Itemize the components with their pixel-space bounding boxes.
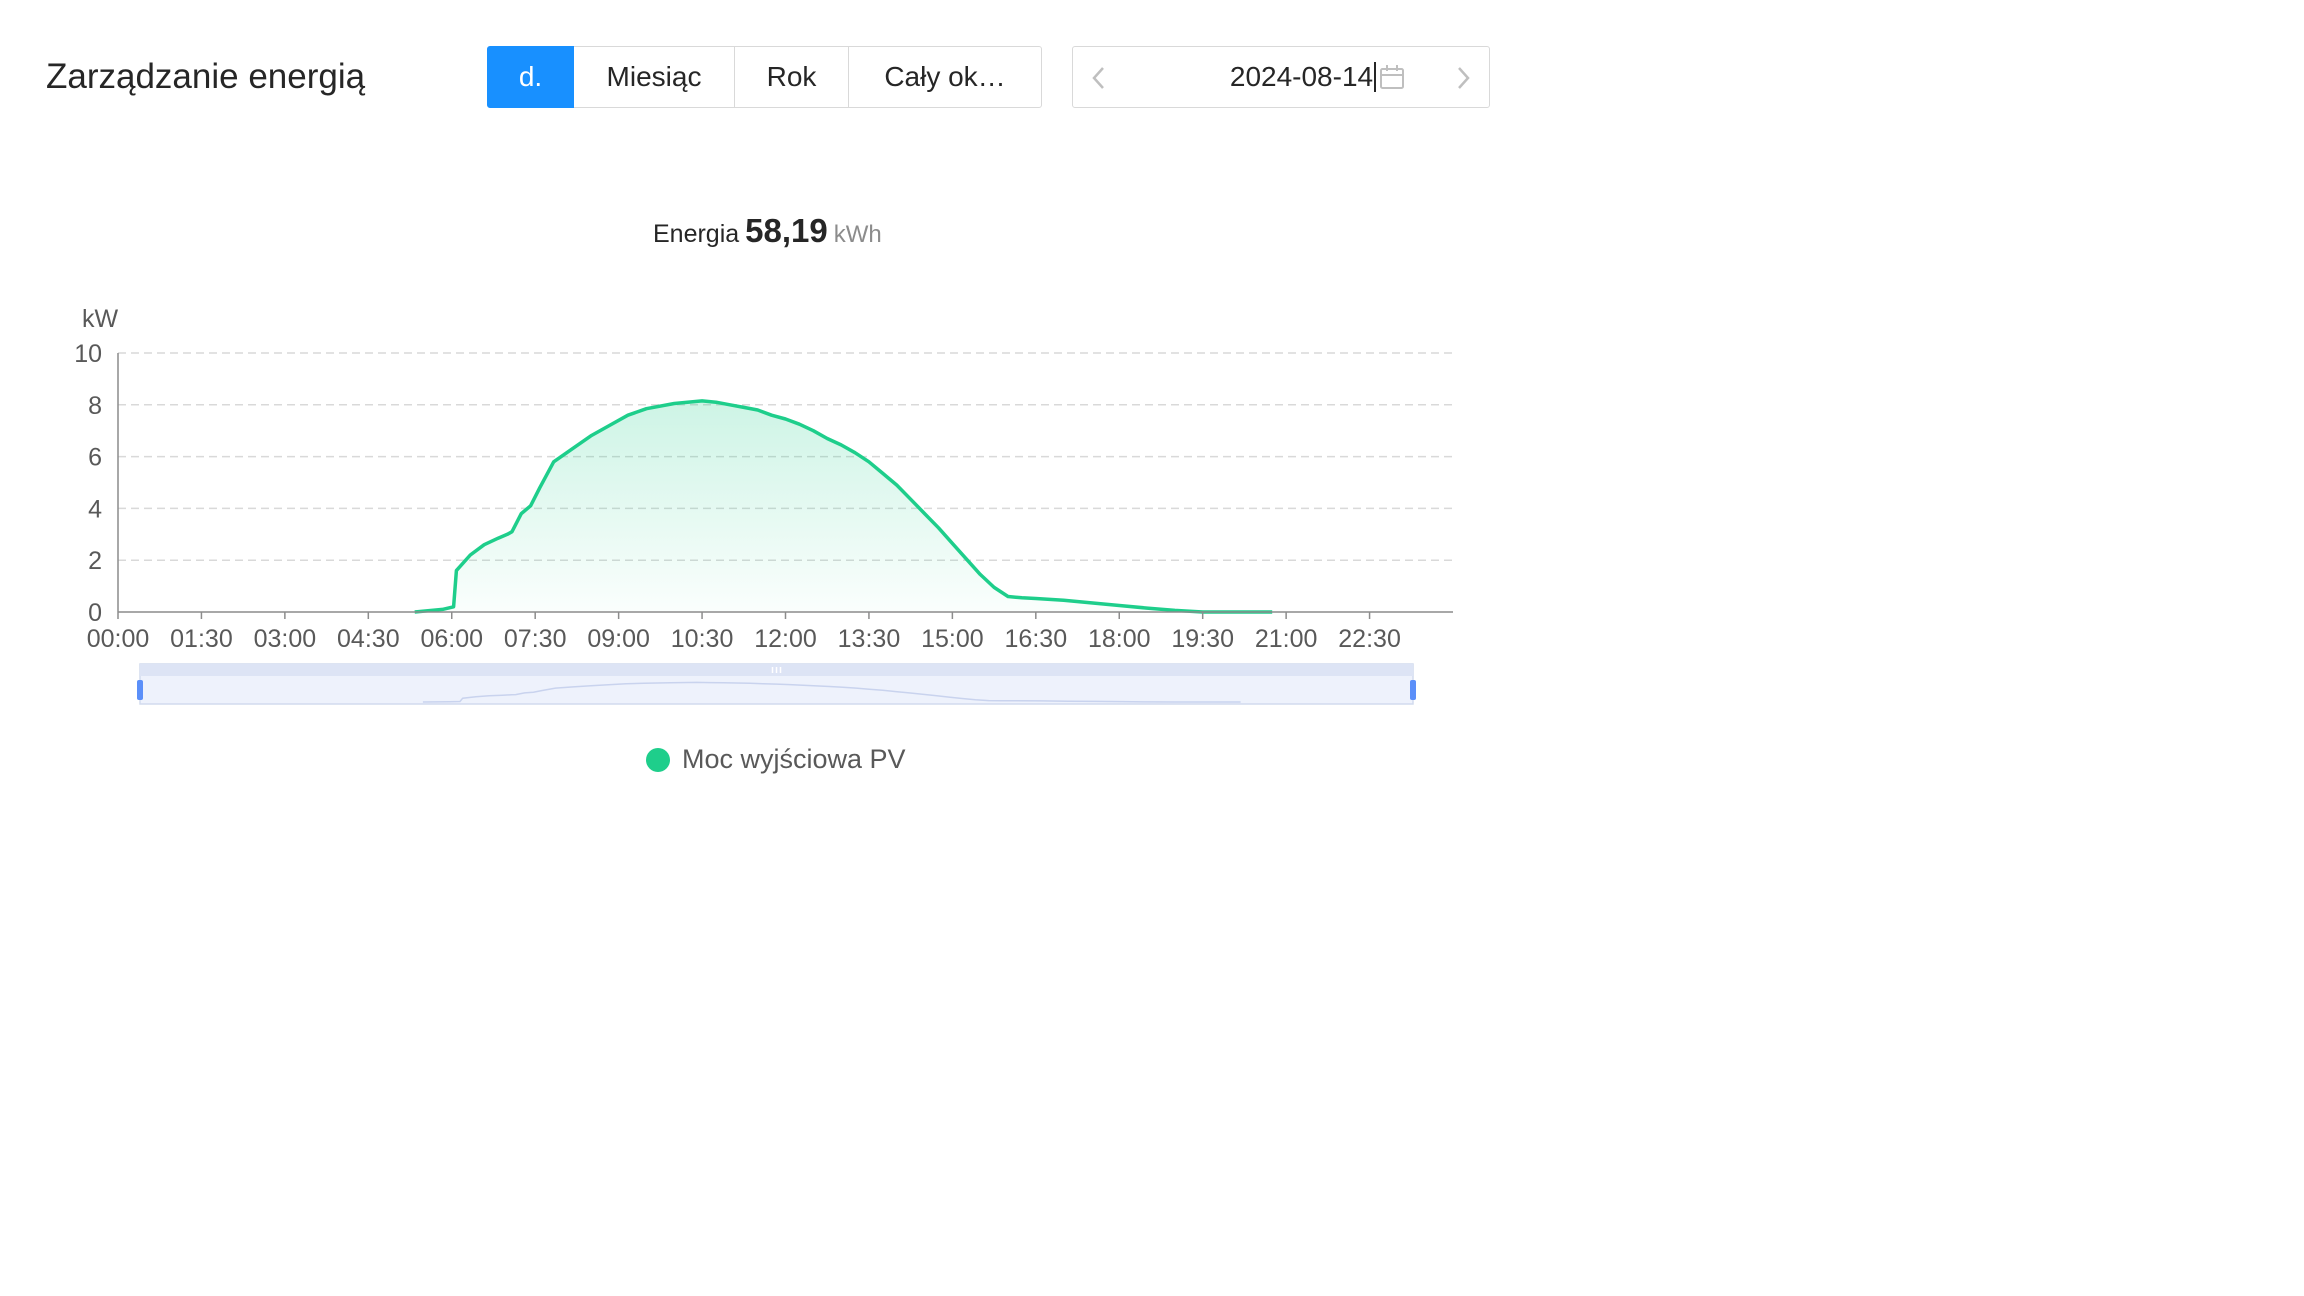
y-tick-label: 2	[88, 547, 102, 575]
y-tick-label: 6	[88, 444, 102, 472]
x-tick-label: 07:30	[504, 625, 567, 653]
x-tick-label: 13:30	[838, 625, 901, 653]
x-tick-label: 09:00	[587, 625, 650, 653]
x-tick-label: 21:00	[1255, 625, 1318, 653]
x-tick-label: 15:00	[921, 625, 984, 653]
zoom-handle-left[interactable]	[137, 680, 143, 700]
x-tick-label: 01:30	[170, 625, 233, 653]
x-tick-label: 22:30	[1338, 625, 1401, 653]
y-axis-label: kW	[82, 305, 119, 333]
x-tick-label: 00:00	[87, 625, 150, 653]
y-tick-label: 8	[88, 392, 102, 420]
x-tick-label: 16:30	[1005, 625, 1068, 653]
x-tick-label: 18:00	[1088, 625, 1151, 653]
legend-color-dot	[646, 747, 670, 772]
x-tick-label: 04:30	[337, 625, 400, 653]
tab-day[interactable]: d.	[487, 46, 574, 108]
x-tick-label: 10:30	[671, 625, 734, 653]
x-tick-label: 19:30	[1171, 625, 1234, 653]
x-tick-label: 03:00	[254, 625, 317, 653]
legend-item[interactable]: Moc wyjściowa PV	[646, 744, 906, 775]
y-tick-label: 10	[74, 340, 102, 368]
legend-label: Moc wyjściowa PV	[682, 744, 906, 774]
x-tick-label: 06:00	[420, 625, 483, 653]
series-area	[414, 400, 1273, 612]
y-tick-label: 0	[88, 599, 102, 627]
x-tick-label: 12:00	[754, 625, 817, 653]
zoom-handle-right[interactable]	[1410, 680, 1416, 700]
y-tick-label: 4	[88, 495, 102, 523]
power-chart: 0 2 4 6 8 10 kW 00:00 01:30 03:00 04:30 06:00 07:30 0…	[74, 305, 1453, 705]
